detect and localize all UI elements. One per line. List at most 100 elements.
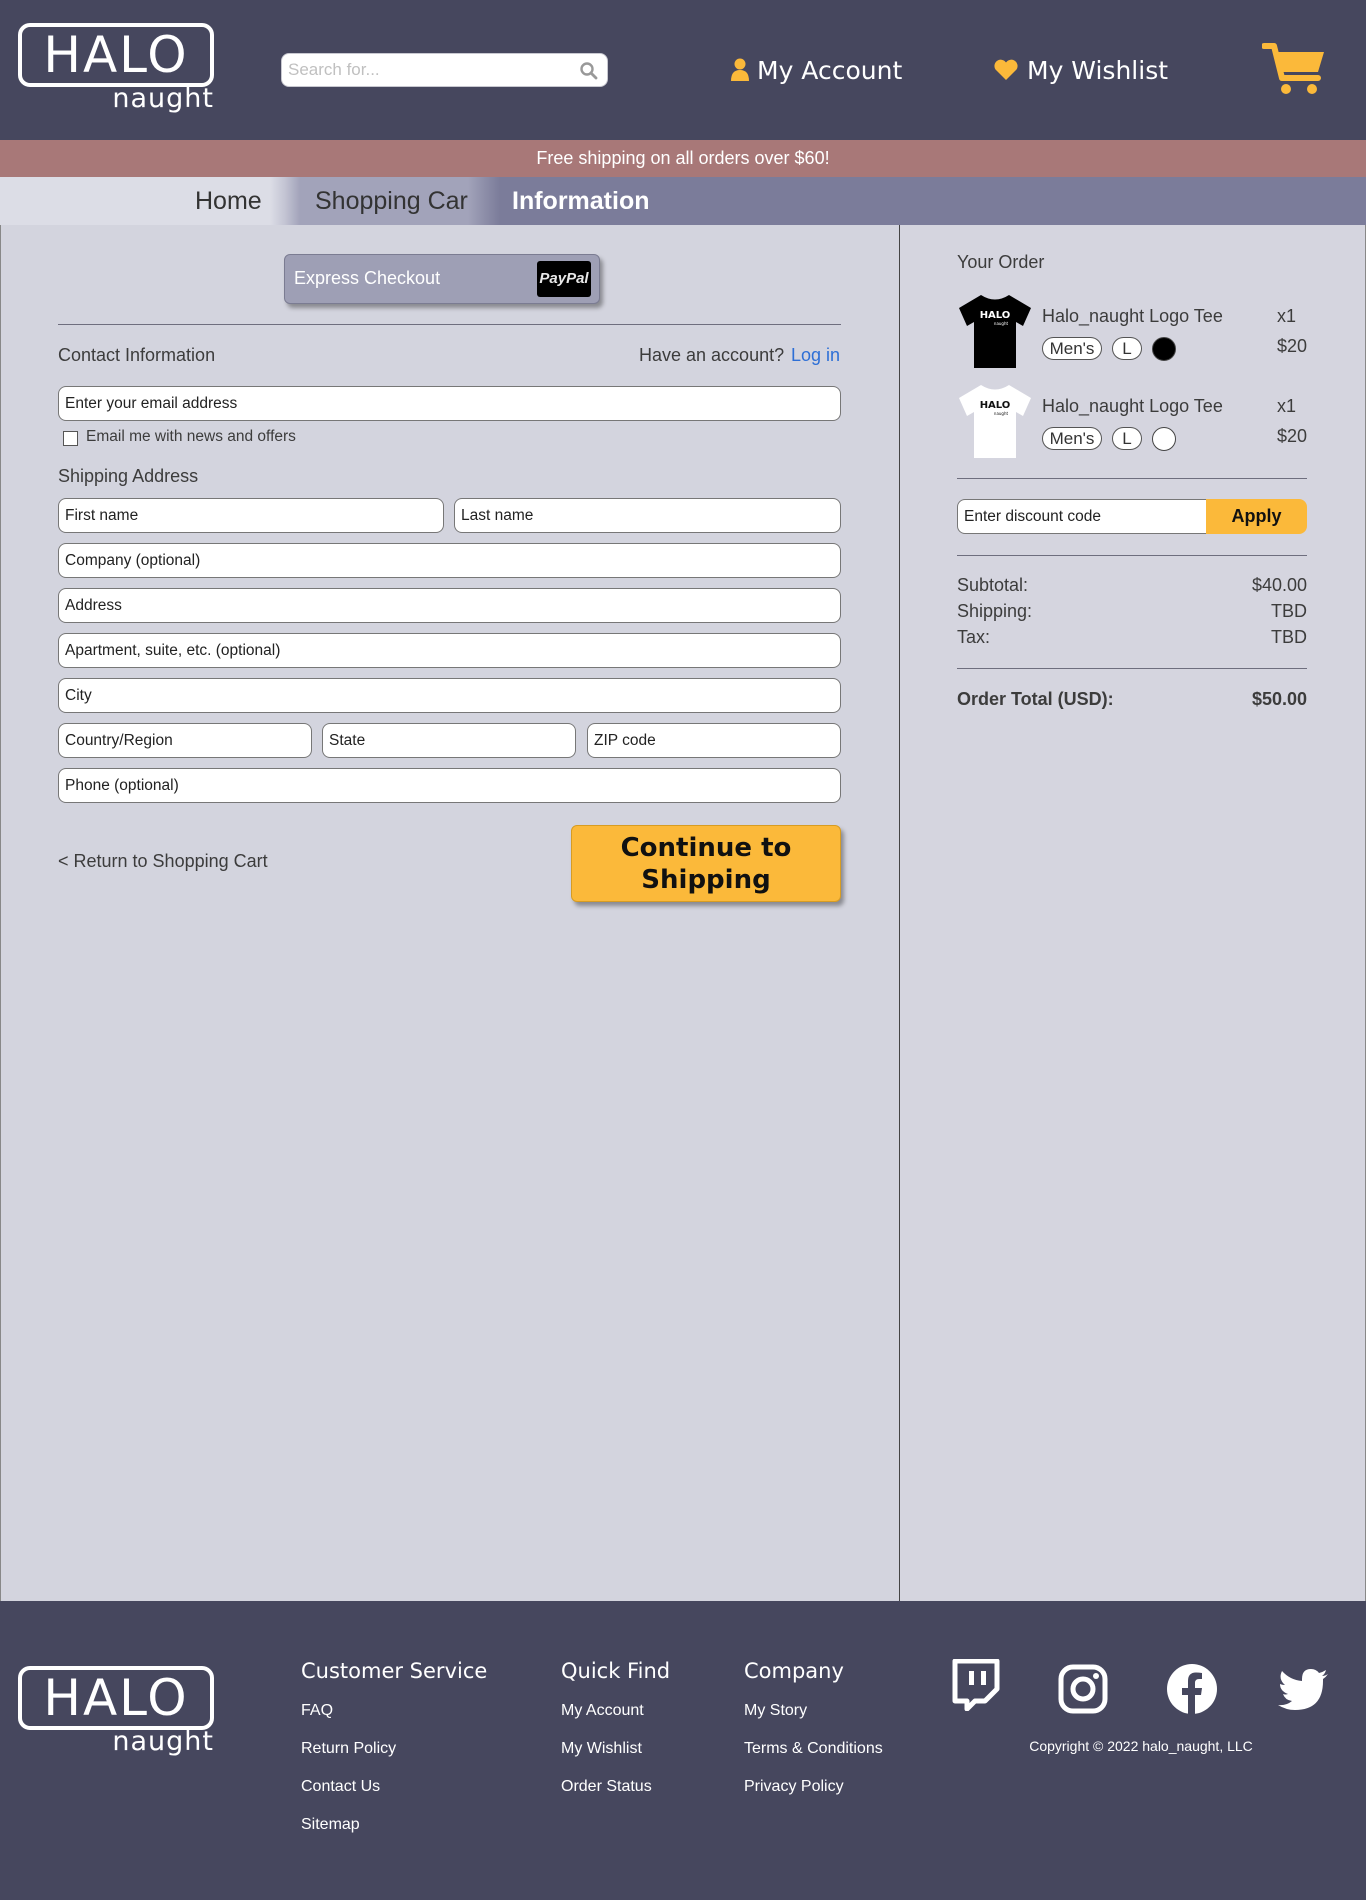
svg-text:HALO: HALO bbox=[980, 400, 1011, 411]
site-footer: HALO naught Customer Service FAQ Return … bbox=[0, 1601, 1366, 1900]
apartment-input[interactable] bbox=[65, 640, 834, 662]
city-field bbox=[58, 678, 841, 713]
item-quantity: x1 bbox=[1276, 306, 1296, 326]
footer-link-return-policy[interactable]: Return Policy bbox=[301, 1740, 396, 1758]
item-price: $20 bbox=[1276, 336, 1307, 356]
shipping-label: Shipping: bbox=[957, 601, 1033, 621]
copyright-text: Copyright © 2022 halo_naught, LLC bbox=[1029, 1738, 1253, 1754]
search-bar bbox=[281, 53, 608, 87]
email-input[interactable] bbox=[65, 393, 834, 415]
express-checkout-label: Express Checkout bbox=[294, 268, 441, 288]
my-wishlist-label: My Wishlist bbox=[1027, 55, 1169, 85]
item-style-chip: Men's bbox=[1042, 427, 1102, 450]
item-quantity: x1 bbox=[1276, 396, 1296, 416]
have-account-text: Have an account? bbox=[639, 345, 785, 365]
item-style-chip: Men's bbox=[1042, 337, 1102, 360]
shipping-value: TBD bbox=[1271, 601, 1307, 621]
item-price: $20 bbox=[1276, 426, 1307, 446]
item-color-swatch bbox=[1152, 427, 1176, 451]
last-name-field bbox=[454, 498, 841, 533]
item-size-chip: L bbox=[1112, 337, 1142, 360]
order-title: Your Order bbox=[957, 252, 1045, 272]
apply-discount-button[interactable]: Apply bbox=[1206, 499, 1307, 534]
contact-heading: Contact Information bbox=[58, 345, 216, 365]
subtotal-label: Subtotal: bbox=[957, 575, 1029, 595]
logo-wordmark: HALO bbox=[43, 1669, 189, 1727]
heart-icon bbox=[994, 59, 1018, 80]
paypal-logo: PayPal bbox=[537, 261, 591, 297]
user-icon bbox=[731, 58, 749, 81]
search-icon[interactable] bbox=[579, 61, 599, 81]
country-input[interactable] bbox=[65, 730, 305, 752]
phone-input[interactable] bbox=[65, 775, 834, 797]
order-total-value: $50.00 bbox=[1251, 689, 1307, 709]
return-to-cart-link[interactable]: < Return to Shopping Cart bbox=[58, 851, 268, 872]
item-color-swatch bbox=[1152, 337, 1176, 361]
breadcrumb-home[interactable]: Home bbox=[0, 177, 290, 225]
login-link[interactable]: Log in bbox=[791, 345, 840, 366]
company-input[interactable] bbox=[65, 550, 834, 572]
facebook-icon[interactable] bbox=[1166, 1663, 1218, 1715]
footer-logo[interactable]: HALO naught bbox=[18, 1666, 216, 1762]
svg-text:HALO: HALO bbox=[980, 310, 1011, 321]
first-name-input[interactable] bbox=[65, 505, 437, 527]
last-name-input[interactable] bbox=[461, 505, 834, 527]
express-checkout-button[interactable]: Express Checkout PayPal bbox=[284, 254, 600, 304]
state-field bbox=[322, 723, 576, 758]
promo-banner: Free shipping on all orders over $60! bbox=[0, 140, 1366, 177]
apartment-field bbox=[58, 633, 841, 668]
logo-subtitle: naught bbox=[112, 1726, 214, 1757]
item-name: Halo_naught Logo Tee bbox=[1042, 306, 1223, 326]
tax-value: TBD bbox=[1271, 627, 1307, 647]
customer-service-heading: Customer Service bbox=[301, 1659, 488, 1683]
order-total-label: Order Total (USD): bbox=[957, 689, 1114, 709]
site-header: HALO naught My Account My Wishlist bbox=[0, 0, 1366, 140]
footer-link-sitemap[interactable]: Sitemap bbox=[301, 1816, 360, 1834]
subtotal-value: $40.00 bbox=[1251, 575, 1307, 595]
breadcrumb-shopping-cart[interactable]: Shopping Cart bbox=[270, 177, 500, 225]
newsletter-label: Email me with news and offers bbox=[86, 428, 296, 445]
company-heading: Company bbox=[744, 1659, 844, 1683]
my-wishlist-link[interactable]: My Wishlist bbox=[993, 50, 1168, 90]
company-field bbox=[58, 543, 841, 578]
item-size-chip: L bbox=[1112, 427, 1142, 450]
search-input[interactable] bbox=[288, 58, 568, 82]
phone-field bbox=[58, 768, 841, 803]
footer-link-terms[interactable]: Terms & Conditions bbox=[744, 1740, 883, 1758]
newsletter-checkbox[interactable] bbox=[63, 431, 78, 446]
breadcrumb: Home Shopping Cart Information bbox=[0, 177, 1366, 225]
black-tshirt-image: HALO naught bbox=[959, 295, 1031, 368]
my-account-label: My Account bbox=[757, 55, 903, 85]
state-input[interactable] bbox=[329, 730, 569, 752]
my-account-link[interactable]: My Account bbox=[731, 50, 902, 90]
footer-link-order-status[interactable]: Order Status bbox=[561, 1778, 652, 1796]
zip-input[interactable] bbox=[594, 730, 834, 752]
site-logo[interactable]: HALO naught bbox=[18, 23, 216, 119]
zip-field bbox=[587, 723, 841, 758]
shipping-heading: Shipping Address bbox=[58, 466, 199, 486]
continue-to-shipping-button[interactable]: Continue to Shipping bbox=[571, 825, 841, 902]
footer-link-contact-us[interactable]: Contact Us bbox=[301, 1778, 380, 1796]
address-input[interactable] bbox=[65, 595, 834, 617]
first-name-field bbox=[58, 498, 444, 533]
breadcrumb-information: Information bbox=[512, 187, 650, 215]
twitch-icon[interactable] bbox=[949, 1659, 1001, 1711]
shopping-cart-icon[interactable] bbox=[1262, 42, 1326, 96]
divider bbox=[957, 668, 1307, 669]
instagram-icon[interactable] bbox=[1057, 1663, 1109, 1715]
discount-input[interactable] bbox=[964, 506, 1194, 528]
logo-wordmark: HALO bbox=[43, 26, 189, 84]
twitter-icon[interactable] bbox=[1278, 1665, 1330, 1717]
tax-label: Tax: bbox=[957, 627, 991, 647]
footer-link-privacy-policy[interactable]: Privacy Policy bbox=[744, 1778, 844, 1796]
svg-text:naught: naught bbox=[994, 411, 1009, 416]
footer-link-my-story[interactable]: My Story bbox=[744, 1702, 807, 1720]
footer-link-my-account[interactable]: My Account bbox=[561, 1702, 644, 1720]
footer-link-faq[interactable]: FAQ bbox=[301, 1702, 333, 1720]
divider bbox=[957, 555, 1307, 556]
footer-link-my-wishlist[interactable]: My Wishlist bbox=[561, 1740, 642, 1758]
address-field bbox=[58, 588, 841, 623]
city-input[interactable] bbox=[65, 685, 834, 707]
svg-text:naught: naught bbox=[994, 321, 1009, 326]
breadcrumb-separator bbox=[270, 177, 300, 225]
